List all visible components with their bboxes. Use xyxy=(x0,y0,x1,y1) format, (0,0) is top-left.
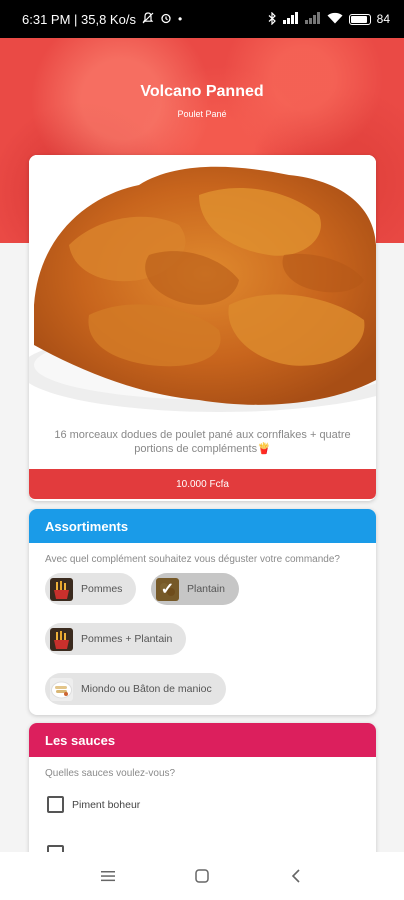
product-description: 16 morceaux dodues de poulet pané aux co… xyxy=(54,429,351,455)
bluetooth-icon xyxy=(268,11,277,27)
page-subtitle: Poulet Pané xyxy=(177,109,227,119)
mute-icon xyxy=(142,12,154,26)
fries-icon xyxy=(50,577,73,601)
signal-icon-2 xyxy=(304,12,321,26)
page-title: Volcano Panned xyxy=(140,83,264,100)
option-label: Miondo ou Bâton de manioc xyxy=(81,683,212,695)
app-screen: 6:31 PM | 35,8 Ko/s • 84 Volcano Panned … xyxy=(0,0,404,900)
signal-icon xyxy=(282,12,299,26)
assortiments-card: Assortiments Avec quel complément souhai… xyxy=(29,509,376,715)
option-label: Pommes xyxy=(81,583,123,595)
assortiments-question: Avec quel complément souhaitez vous dégu… xyxy=(45,554,340,565)
product-image xyxy=(29,155,376,420)
price-button[interactable]: 10.000 Fcfa xyxy=(29,469,376,499)
option-miondo[interactable]: Miondo ou Bâton de manioc xyxy=(45,673,226,705)
option-label: Pommes + Plantain xyxy=(81,633,173,645)
dot-icon: • xyxy=(177,12,183,26)
fries-icon xyxy=(50,627,73,651)
sauce-label: Piment boheur xyxy=(72,798,141,811)
check-icon: ✓ xyxy=(156,577,179,601)
product-card: 16 morceaux dodues de poulet pané aux co… xyxy=(29,155,376,501)
status-bar: 6:31 PM | 35,8 Ko/s • 84 xyxy=(0,0,404,38)
back-nav-icon[interactable] xyxy=(284,864,308,888)
sauces-question: Quelles sauces voulez-vous? xyxy=(45,768,176,779)
option-label: Plantain xyxy=(187,583,225,595)
battery-icon xyxy=(348,13,371,25)
battery-level: 84 xyxy=(376,12,390,26)
sauce-option-piment[interactable]: Piment boheur xyxy=(47,796,140,813)
checkbox[interactable] xyxy=(47,796,64,813)
status-time-speed: 6:31 PM | 35,8 Ko/s xyxy=(22,11,136,27)
option-pommes-plantain[interactable]: Pommes + Plantain xyxy=(45,623,187,655)
assortiments-header: Assortiments xyxy=(29,509,376,543)
option-pommes[interactable]: Pommes xyxy=(45,573,137,605)
miondo-icon xyxy=(50,677,73,701)
option-plantain[interactable]: ✓ Plantain xyxy=(151,573,239,605)
plantain-icon: ✓ xyxy=(156,577,179,601)
sauces-card: Les sauces Quelles sauces voulez-vous? P… xyxy=(29,723,376,863)
home-nav-icon[interactable] xyxy=(190,864,214,888)
sauces-header: Les sauces xyxy=(29,723,376,757)
system-nav-bar xyxy=(0,852,404,900)
wifi-icon xyxy=(327,12,343,26)
alarm-icon xyxy=(160,12,172,26)
menu-nav-icon[interactable] xyxy=(96,864,120,888)
